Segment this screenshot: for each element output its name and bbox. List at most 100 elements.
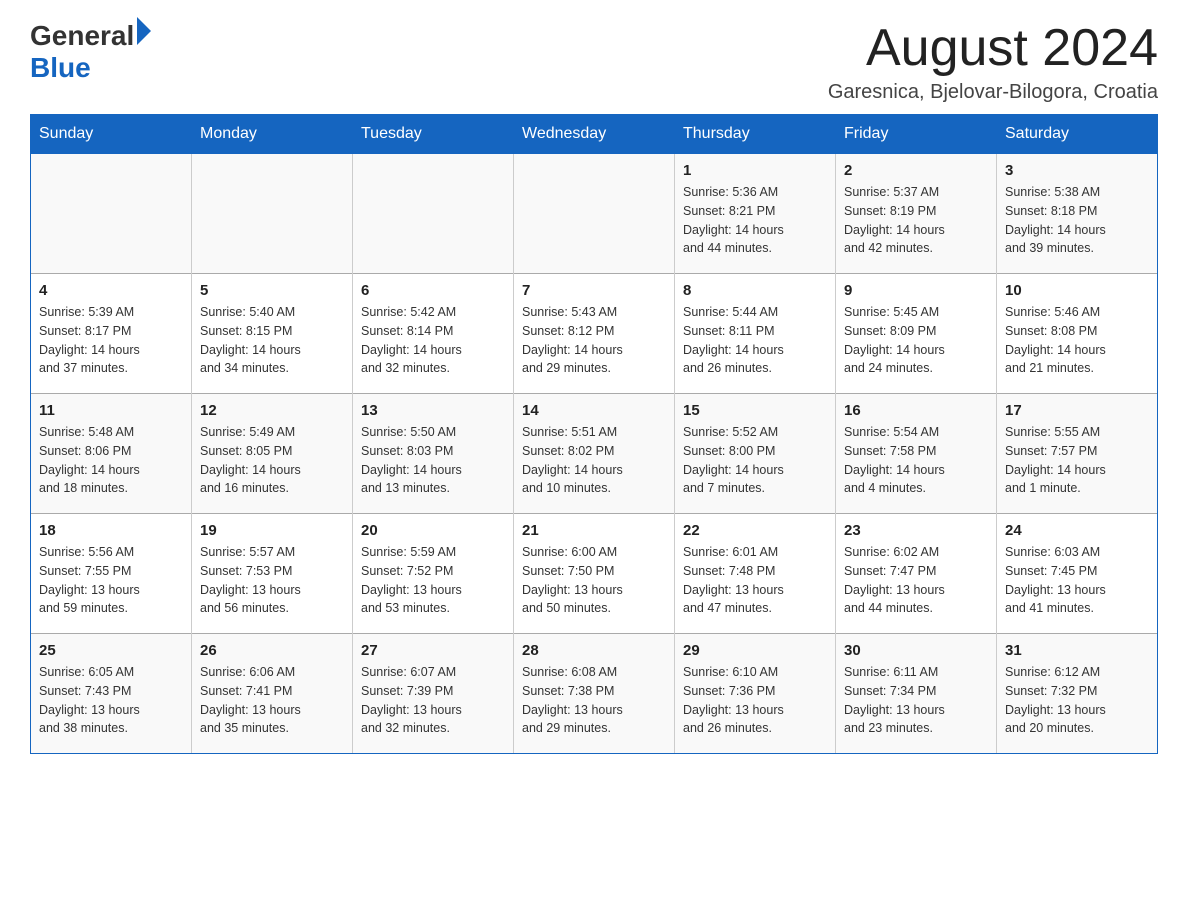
day-info: Sunrise: 5:56 AM Sunset: 7:55 PM Dayligh… bbox=[39, 543, 183, 618]
day-number: 19 bbox=[200, 522, 344, 539]
calendar-day: 5 Sunrise: 5:40 AM Sunset: 8:15 PM Daylig… bbox=[192, 274, 353, 394]
day-number: 10 bbox=[1005, 282, 1149, 299]
day-info: Sunrise: 6:02 AM Sunset: 7:47 PM Dayligh… bbox=[844, 543, 988, 618]
col-friday: Friday bbox=[836, 115, 997, 154]
day-number: 9 bbox=[844, 282, 988, 299]
day-info: Sunrise: 5:45 AM Sunset: 8:09 PM Dayligh… bbox=[844, 303, 988, 378]
calendar-day: 2Sunrise: 5:37 AM Sunset: 8:19 PM Daylig… bbox=[836, 154, 997, 274]
day-info: Sunrise: 5:44 AM Sunset: 8:11 PM Dayligh… bbox=[683, 303, 827, 378]
calendar-day: 25 Sunrise: 6:05 AM Sunset: 7:43 PM Dayli… bbox=[31, 634, 192, 754]
calendar-week-5: 25 Sunrise: 6:05 AM Sunset: 7:43 PM Dayli… bbox=[31, 634, 1158, 754]
day-info: Sunrise: 5:55 AM Sunset: 7:57 PM Dayligh… bbox=[1005, 423, 1149, 498]
calendar-day: 23 Sunrise: 6:02 AM Sunset: 7:47 PM Dayli… bbox=[836, 514, 997, 634]
day-info: Sunrise: 5:38 AM Sunset: 8:18 PM Dayligh… bbox=[1005, 183, 1149, 258]
day-number: 12 bbox=[200, 402, 344, 419]
col-monday: Monday bbox=[192, 115, 353, 154]
day-info: Sunrise: 5:50 AM Sunset: 8:03 PM Dayligh… bbox=[361, 423, 505, 498]
calendar-day: 22 Sunrise: 6:01 AM Sunset: 7:48 PM Dayli… bbox=[675, 514, 836, 634]
day-info: Sunrise: 5:51 AM Sunset: 8:02 PM Dayligh… bbox=[522, 423, 666, 498]
day-info: Sunrise: 5:42 AM Sunset: 8:14 PM Dayligh… bbox=[361, 303, 505, 378]
day-number: 3 bbox=[1005, 162, 1149, 179]
day-info: Sunrise: 6:12 AM Sunset: 7:32 PM Dayligh… bbox=[1005, 663, 1149, 738]
col-tuesday: Tuesday bbox=[353, 115, 514, 154]
calendar-header: Sunday Monday Tuesday Wednesday Thursday… bbox=[31, 115, 1158, 154]
calendar-week-3: 11 Sunrise: 5:48 AM Sunset: 8:06 PM Dayli… bbox=[31, 394, 1158, 514]
calendar-day: 26 Sunrise: 6:06 AM Sunset: 7:41 PM Dayli… bbox=[192, 634, 353, 754]
logo-general: General bbox=[30, 20, 134, 52]
day-number: 14 bbox=[522, 402, 666, 419]
day-number: 4 bbox=[39, 282, 183, 299]
calendar-day: 27Sunrise: 6:07 AM Sunset: 7:39 PM Dayli… bbox=[353, 634, 514, 754]
day-number: 7 bbox=[522, 282, 666, 299]
day-info: Sunrise: 6:06 AM Sunset: 7:41 PM Dayligh… bbox=[200, 663, 344, 738]
day-info: Sunrise: 6:00 AM Sunset: 7:50 PM Dayligh… bbox=[522, 543, 666, 618]
day-info: Sunrise: 5:49 AM Sunset: 8:05 PM Dayligh… bbox=[200, 423, 344, 498]
day-number: 21 bbox=[522, 522, 666, 539]
day-info: Sunrise: 6:10 AM Sunset: 7:36 PM Dayligh… bbox=[683, 663, 827, 738]
calendar-day: 18 Sunrise: 5:56 AM Sunset: 7:55 PM Dayli… bbox=[31, 514, 192, 634]
calendar-day: 7Sunrise: 5:43 AM Sunset: 8:12 PM Daylig… bbox=[514, 274, 675, 394]
calendar-day: 14 Sunrise: 5:51 AM Sunset: 8:02 PM Dayli… bbox=[514, 394, 675, 514]
calendar-day: 8Sunrise: 5:44 AM Sunset: 8:11 PM Daylig… bbox=[675, 274, 836, 394]
page-header: General Blue August 2024 Garesnica, Bjel… bbox=[30, 20, 1158, 104]
day-number: 6 bbox=[361, 282, 505, 299]
calendar-day bbox=[31, 154, 192, 274]
day-number: 31 bbox=[1005, 642, 1149, 659]
day-number: 18 bbox=[39, 522, 183, 539]
calendar-day: 13Sunrise: 5:50 AM Sunset: 8:03 PM Dayli… bbox=[353, 394, 514, 514]
day-number: 17 bbox=[1005, 402, 1149, 419]
calendar-day: 28 Sunrise: 6:08 AM Sunset: 7:38 PM Dayli… bbox=[514, 634, 675, 754]
day-info: Sunrise: 6:11 AM Sunset: 7:34 PM Dayligh… bbox=[844, 663, 988, 738]
calendar-day bbox=[353, 154, 514, 274]
calendar-day bbox=[192, 154, 353, 274]
calendar-day bbox=[514, 154, 675, 274]
col-wednesday: Wednesday bbox=[514, 115, 675, 154]
calendar-table: Sunday Monday Tuesday Wednesday Thursday… bbox=[30, 114, 1158, 754]
day-number: 29 bbox=[683, 642, 827, 659]
day-number: 25 bbox=[39, 642, 183, 659]
logo-blue: Blue bbox=[30, 52, 91, 83]
calendar-day: 24 Sunrise: 6:03 AM Sunset: 7:45 PM Dayli… bbox=[997, 514, 1158, 634]
day-info: Sunrise: 5:48 AM Sunset: 8:06 PM Dayligh… bbox=[39, 423, 183, 498]
header-row: Sunday Monday Tuesday Wednesday Thursday… bbox=[31, 115, 1158, 154]
calendar-day: 30 Sunrise: 6:11 AM Sunset: 7:34 PM Dayli… bbox=[836, 634, 997, 754]
day-info: Sunrise: 5:37 AM Sunset: 8:19 PM Dayligh… bbox=[844, 183, 988, 258]
calendar-day: 1 Sunrise: 5:36 AM Sunset: 8:21 PM Daylig… bbox=[675, 154, 836, 274]
calendar-day: 31 Sunrise: 6:12 AM Sunset: 7:32 PM Dayli… bbox=[997, 634, 1158, 754]
day-info: Sunrise: 5:52 AM Sunset: 8:00 PM Dayligh… bbox=[683, 423, 827, 498]
day-info: Sunrise: 5:54 AM Sunset: 7:58 PM Dayligh… bbox=[844, 423, 988, 498]
day-info: Sunrise: 5:59 AM Sunset: 7:52 PM Dayligh… bbox=[361, 543, 505, 618]
day-number: 11 bbox=[39, 402, 183, 419]
col-sunday: Sunday bbox=[31, 115, 192, 154]
calendar-day: 4 Sunrise: 5:39 AM Sunset: 8:17 PM Daylig… bbox=[31, 274, 192, 394]
day-number: 20 bbox=[361, 522, 505, 539]
calendar-day: 12 Sunrise: 5:49 AM Sunset: 8:05 PM Dayli… bbox=[192, 394, 353, 514]
day-info: Sunrise: 6:01 AM Sunset: 7:48 PM Dayligh… bbox=[683, 543, 827, 618]
day-number: 26 bbox=[200, 642, 344, 659]
day-number: 5 bbox=[200, 282, 344, 299]
day-number: 28 bbox=[522, 642, 666, 659]
day-info: Sunrise: 6:08 AM Sunset: 7:38 PM Dayligh… bbox=[522, 663, 666, 738]
day-number: 30 bbox=[844, 642, 988, 659]
calendar-day: 15Sunrise: 5:52 AM Sunset: 8:00 PM Dayli… bbox=[675, 394, 836, 514]
day-info: Sunrise: 5:46 AM Sunset: 8:08 PM Dayligh… bbox=[1005, 303, 1149, 378]
day-info: Sunrise: 5:39 AM Sunset: 8:17 PM Dayligh… bbox=[39, 303, 183, 378]
day-number: 22 bbox=[683, 522, 827, 539]
day-info: Sunrise: 5:40 AM Sunset: 8:15 PM Dayligh… bbox=[200, 303, 344, 378]
day-number: 24 bbox=[1005, 522, 1149, 539]
month-year-title: August 2024 bbox=[828, 20, 1158, 77]
day-number: 1 bbox=[683, 162, 827, 179]
day-info: Sunrise: 5:36 AM Sunset: 8:21 PM Dayligh… bbox=[683, 183, 827, 258]
calendar-body: 1 Sunrise: 5:36 AM Sunset: 8:21 PM Daylig… bbox=[31, 154, 1158, 754]
calendar-day: 19 Sunrise: 5:57 AM Sunset: 7:53 PM Dayli… bbox=[192, 514, 353, 634]
day-number: 23 bbox=[844, 522, 988, 539]
day-info: Sunrise: 6:07 AM Sunset: 7:39 PM Dayligh… bbox=[361, 663, 505, 738]
calendar-day: 29 Sunrise: 6:10 AM Sunset: 7:36 PM Dayli… bbox=[675, 634, 836, 754]
col-thursday: Thursday bbox=[675, 115, 836, 154]
day-info: Sunrise: 6:03 AM Sunset: 7:45 PM Dayligh… bbox=[1005, 543, 1149, 618]
calendar-day: 6 Sunrise: 5:42 AM Sunset: 8:14 PM Daylig… bbox=[353, 274, 514, 394]
day-info: Sunrise: 6:05 AM Sunset: 7:43 PM Dayligh… bbox=[39, 663, 183, 738]
day-info: Sunrise: 5:57 AM Sunset: 7:53 PM Dayligh… bbox=[200, 543, 344, 618]
logo-triangle-icon bbox=[137, 17, 151, 45]
calendar-day: 10 Sunrise: 5:46 AM Sunset: 8:08 PM Dayli… bbox=[997, 274, 1158, 394]
